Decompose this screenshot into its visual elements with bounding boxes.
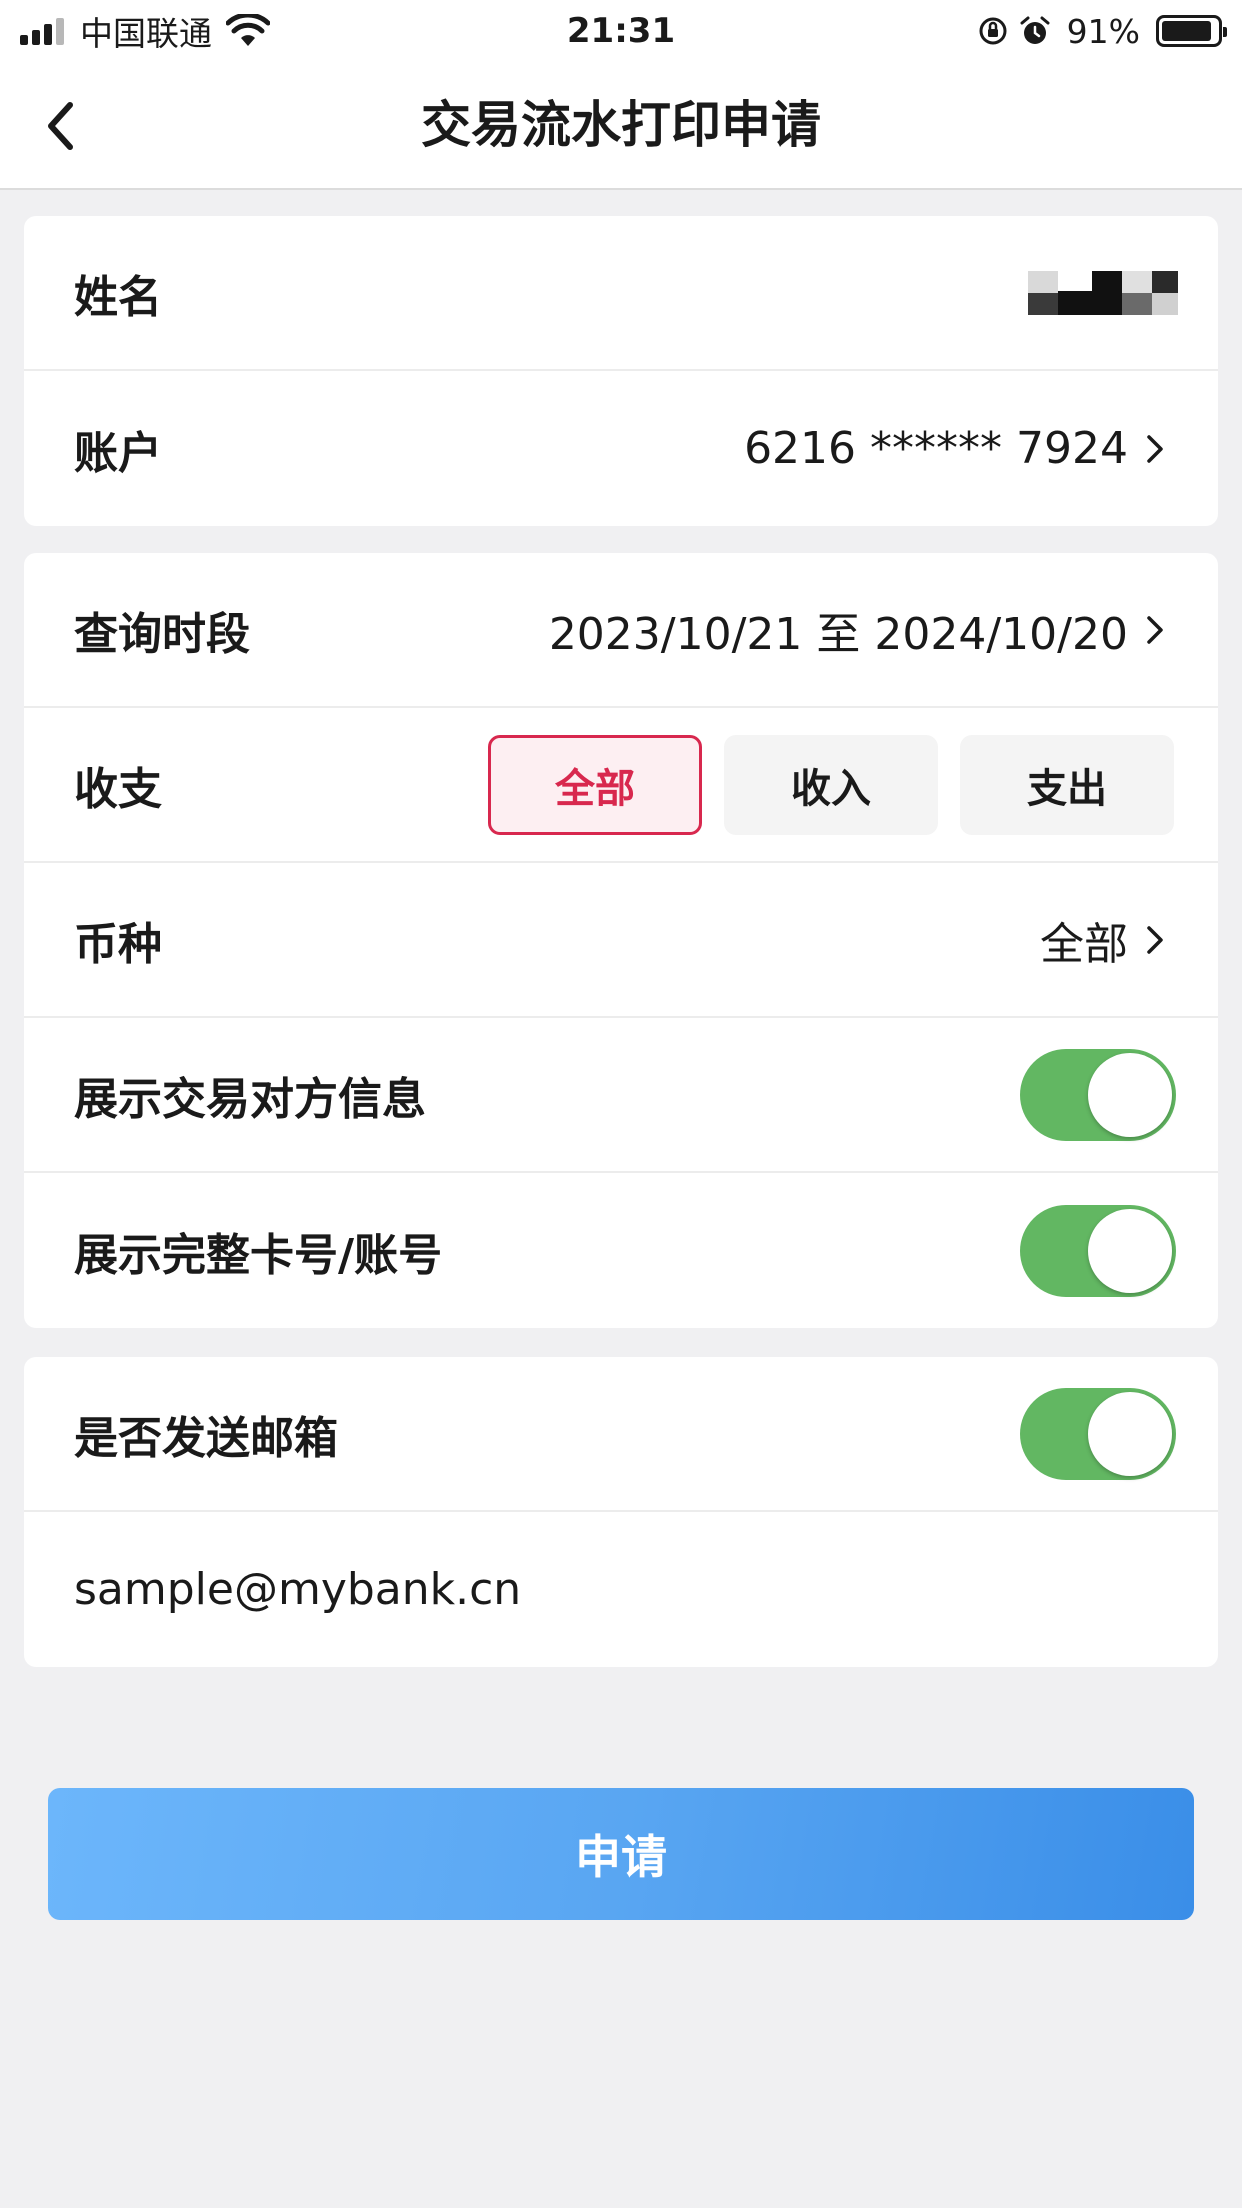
battery-percent: 91% bbox=[1066, 11, 1140, 51]
toggle-knob bbox=[1088, 1052, 1172, 1137]
filter-card: 查询时段 2023/10/21 至 2024/10/20 收支 全部 收入 支出… bbox=[24, 553, 1218, 1328]
chevron-right-icon bbox=[1147, 925, 1163, 954]
account-label: 账户 bbox=[74, 427, 162, 479]
segment-income[interactable]: 收入 bbox=[724, 734, 938, 835]
show-full-card-row: 展示完整卡号/账号 bbox=[24, 1173, 1218, 1328]
navigation-bar: 交易流水打印申请 bbox=[0, 62, 1242, 190]
toggle-knob bbox=[1088, 1391, 1172, 1476]
period-value: 2023/10/21 至 2024/10/20 bbox=[549, 598, 1168, 662]
email-row[interactable]: sample@mybank.cn bbox=[24, 1512, 1218, 1667]
send-email-toggle[interactable] bbox=[1020, 1387, 1176, 1480]
segment-all[interactable]: 全部 bbox=[488, 734, 702, 835]
name-label: 姓名 bbox=[74, 271, 162, 323]
currency-row[interactable]: 币种 全部 bbox=[24, 863, 1218, 1018]
battery-icon bbox=[1156, 15, 1227, 47]
show-counterparty-toggle[interactable] bbox=[1020, 1048, 1176, 1141]
currency-label: 币种 bbox=[74, 918, 162, 970]
show-full-card-label: 展示完整卡号/账号 bbox=[74, 1229, 443, 1281]
period-range: 2023/10/21 至 2024/10/20 bbox=[548, 608, 1128, 660]
income-expense-segment: 全部 收入 支出 bbox=[488, 734, 1174, 835]
segment-expense[interactable]: 支出 bbox=[960, 734, 1174, 835]
period-label: 查询时段 bbox=[74, 608, 250, 660]
name-row: 姓名 bbox=[24, 216, 1218, 371]
apply-button[interactable]: 申请 bbox=[48, 1788, 1194, 1920]
page-title: 交易流水打印申请 bbox=[421, 96, 821, 154]
name-value-masked bbox=[1028, 270, 1178, 316]
show-counterparty-label: 展示交易对方信息 bbox=[74, 1073, 426, 1125]
alarm-icon bbox=[1020, 16, 1050, 44]
rotation-lock-icon bbox=[979, 17, 1007, 45]
blurred-name bbox=[1028, 270, 1178, 316]
status-bar: 中国联通 21:31 91% bbox=[0, 0, 1242, 62]
email-card: 是否发送邮箱 sample@mybank.cn bbox=[24, 1357, 1218, 1667]
account-value: 6216 ****** 7924 bbox=[744, 423, 1168, 474]
status-right: 91% bbox=[977, 10, 1227, 52]
account-row[interactable]: 账户 6216 ****** 7924 bbox=[24, 371, 1218, 526]
currency-selected: 全部 bbox=[1040, 918, 1128, 970]
send-email-label: 是否发送邮箱 bbox=[74, 1412, 338, 1464]
income-expense-label: 收支 bbox=[74, 763, 162, 815]
account-card: 姓名 账户 6216 ****** 7924 bbox=[24, 216, 1218, 526]
period-row[interactable]: 查询时段 2023/10/21 至 2024/10/20 bbox=[24, 553, 1218, 708]
currency-value: 全部 bbox=[1040, 908, 1168, 972]
email-field[interactable]: sample@mybank.cn bbox=[74, 1564, 521, 1615]
toggle-knob bbox=[1088, 1208, 1172, 1293]
account-number: 6216 ****** 7924 bbox=[744, 423, 1128, 474]
show-full-card-toggle[interactable] bbox=[1020, 1204, 1176, 1297]
send-email-row: 是否发送邮箱 bbox=[24, 1357, 1218, 1512]
income-expense-row: 收支 全部 收入 支出 bbox=[24, 708, 1218, 863]
chevron-right-icon bbox=[1147, 615, 1163, 644]
chevron-right-icon bbox=[1147, 434, 1163, 463]
show-counterparty-row: 展示交易对方信息 bbox=[24, 1018, 1218, 1173]
